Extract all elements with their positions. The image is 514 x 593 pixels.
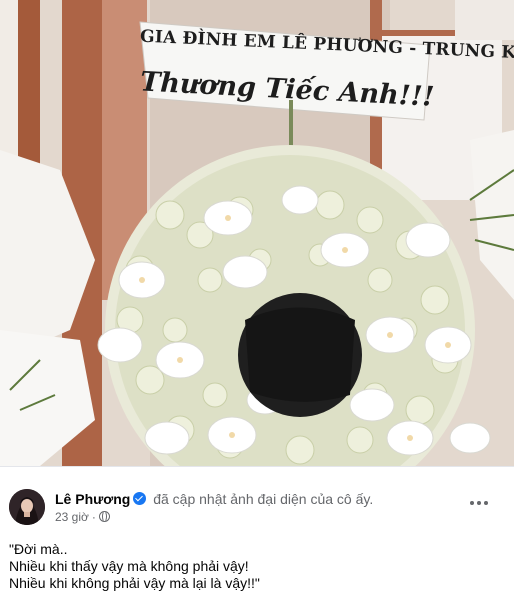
post-caption: "Đời mà.. Nhiều khi thấy vậy mà không ph… bbox=[9, 541, 260, 592]
post-meta: 23 giờ · bbox=[55, 509, 110, 525]
verified-badge-icon bbox=[133, 492, 147, 505]
post-photo[interactable]: GIA ĐÌNH EM LÊ PHƯƠNG - TRUNG KIÊN Thươn… bbox=[0, 0, 514, 466]
meta-separator: · bbox=[91, 510, 96, 524]
caption-line: Nhiều khi thấy vậy mà không phải vậy! bbox=[9, 558, 249, 574]
profile-photo-icon bbox=[9, 489, 45, 525]
caption-line: Nhiều khi không phải vậy mà lại là vậy!!… bbox=[9, 575, 260, 591]
more-horizontal-icon bbox=[477, 501, 481, 505]
facebook-post: Lê Phương đã cập nhật ảnh đại diện của c… bbox=[0, 467, 514, 593]
globe-icon[interactable] bbox=[98, 511, 110, 522]
caption-line: "Đời mà.. bbox=[9, 541, 68, 557]
post-header: Lê Phương đã cập nhật ảnh đại diện của c… bbox=[55, 490, 373, 508]
avatar[interactable] bbox=[9, 489, 45, 525]
more-horizontal-icon bbox=[484, 501, 488, 505]
post-action-text: đã cập nhật ảnh đại diện của cô ấy. bbox=[153, 491, 374, 507]
more-options-button[interactable] bbox=[466, 495, 492, 511]
funeral-wreath-image bbox=[0, 0, 514, 466]
more-horizontal-icon bbox=[470, 501, 474, 505]
post-timestamp[interactable]: 23 giờ bbox=[55, 510, 89, 524]
author-name[interactable]: Lê Phương bbox=[55, 491, 130, 507]
